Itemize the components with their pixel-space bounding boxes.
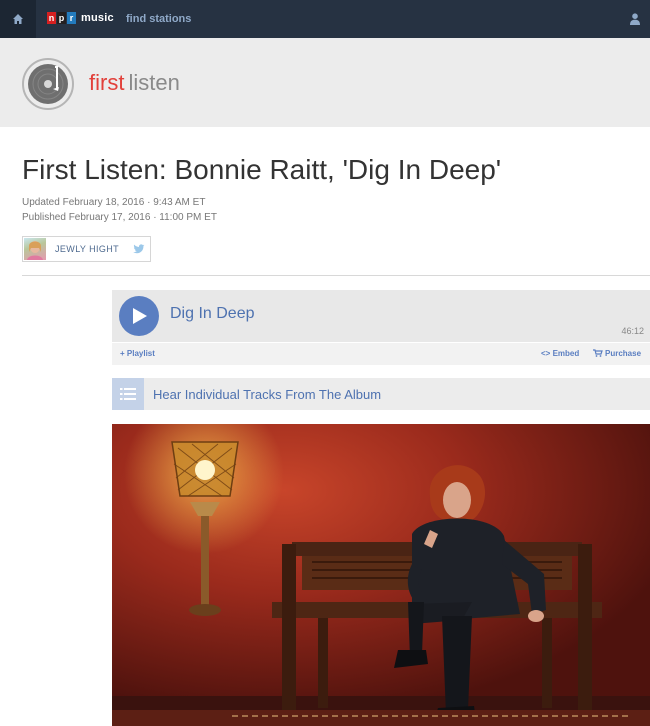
home-button[interactable]	[0, 0, 36, 38]
npr-logo-music: music	[81, 12, 114, 24]
record-icon[interactable]	[22, 58, 74, 110]
npr-music-logo[interactable]: n p r music	[47, 12, 114, 24]
updated-date: Updated February 18, 2016 · 9:43 AM ET	[22, 197, 206, 208]
npr-logo-letter-r: r	[67, 12, 76, 24]
user-icon[interactable]	[628, 12, 642, 26]
first-listen-word-listen: listen	[128, 70, 180, 95]
play-icon	[133, 308, 147, 324]
add-to-playlist-button[interactable]: + Playlist	[120, 349, 155, 359]
hear-tracks-button[interactable]: Hear Individual Tracks From The Album	[112, 378, 650, 410]
published-date: Published February 17, 2016 · 11:00 PM E…	[22, 212, 217, 223]
find-stations-link[interactable]: find stations	[126, 13, 191, 25]
author-byline: JEWLY HIGHT	[22, 236, 151, 262]
first-listen-title[interactable]: first listen	[89, 70, 180, 96]
play-button[interactable]	[119, 296, 159, 336]
divider	[22, 275, 650, 276]
author-name-link[interactable]: JEWLY HIGHT	[55, 244, 119, 255]
twitter-icon[interactable]	[133, 243, 145, 255]
author-avatar[interactable]	[24, 238, 46, 260]
npr-logo-letter-p: p	[57, 12, 66, 24]
page-title: First Listen: Bonnie Raitt, 'Dig In Deep…	[22, 154, 502, 185]
player-duration: 46:12	[621, 326, 644, 336]
list-icon	[112, 378, 144, 410]
npr-logo-letter-n: n	[47, 12, 56, 24]
player-title[interactable]: Dig In Deep	[170, 304, 255, 324]
cart-icon	[593, 349, 603, 357]
purchase-button[interactable]: Purchase	[593, 349, 641, 359]
embed-button[interactable]: <> Embed	[541, 349, 579, 359]
first-listen-word-first: first	[89, 70, 125, 95]
first-listen-banner: first listen	[0, 38, 650, 127]
audio-player: Dig In Deep 46:12	[112, 290, 650, 342]
top-nav: n p r music find stations	[0, 0, 650, 38]
player-actions: + Playlist <> Embed Purchase	[112, 343, 650, 365]
home-icon	[13, 14, 23, 24]
purchase-label: Purchase	[605, 349, 642, 358]
hear-tracks-label: Hear Individual Tracks From The Album	[153, 387, 382, 402]
author-portrait-icon	[27, 241, 43, 260]
artist-photo	[112, 424, 650, 726]
